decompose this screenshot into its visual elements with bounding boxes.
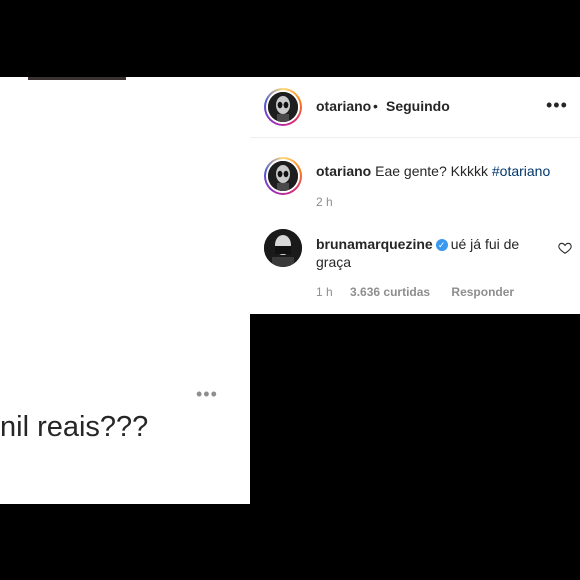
reply-username[interactable]: brunamarquezine [316, 236, 433, 252]
alien-avatar-icon [268, 92, 298, 122]
comment-username[interactable]: otariano [316, 163, 371, 179]
commenter-avatar[interactable] [264, 229, 302, 267]
hashtag-link[interactable]: #otariano [492, 163, 550, 179]
post-image-edge [28, 77, 126, 80]
reply-text: brunamarquezine ✓ ué já fui de graça [316, 235, 548, 271]
comment-body: Eae gente? Kkkkk [375, 163, 488, 179]
heart-icon[interactable] [558, 241, 572, 255]
left-post-panel: ••• nil reais??? [0, 77, 250, 504]
follow-status-button[interactable]: Seguindo [386, 98, 450, 114]
comments-panel: otariano • Seguindo ••• otariano Eae gen… [250, 77, 580, 314]
post-caption-fragment: nil reais??? [0, 411, 149, 443]
post-header: otariano • Seguindo ••• [250, 77, 580, 138]
verified-badge-icon: ✓ [435, 239, 448, 252]
header-separator: • [373, 98, 378, 114]
alien-avatar-icon [268, 161, 298, 191]
comment-text: otariano Eae gente? Kkkkk #otariano [316, 163, 550, 179]
post-more-options-icon[interactable]: ••• [196, 385, 218, 403]
reply-meta: 1 h 3.636 curtidas Responder [316, 285, 532, 299]
reply-time[interactable]: 1 h [316, 285, 333, 299]
more-options-icon[interactable]: ••• [546, 95, 568, 116]
author-avatar[interactable] [264, 88, 302, 126]
comment-avatar[interactable] [264, 157, 302, 195]
person-avatar-icon [264, 229, 302, 267]
reply-button[interactable]: Responder [451, 285, 514, 299]
reply-likes[interactable]: 3.636 curtidas [350, 285, 430, 299]
comment-time[interactable]: 2 h [316, 195, 333, 209]
header-username[interactable]: otariano [316, 98, 371, 114]
